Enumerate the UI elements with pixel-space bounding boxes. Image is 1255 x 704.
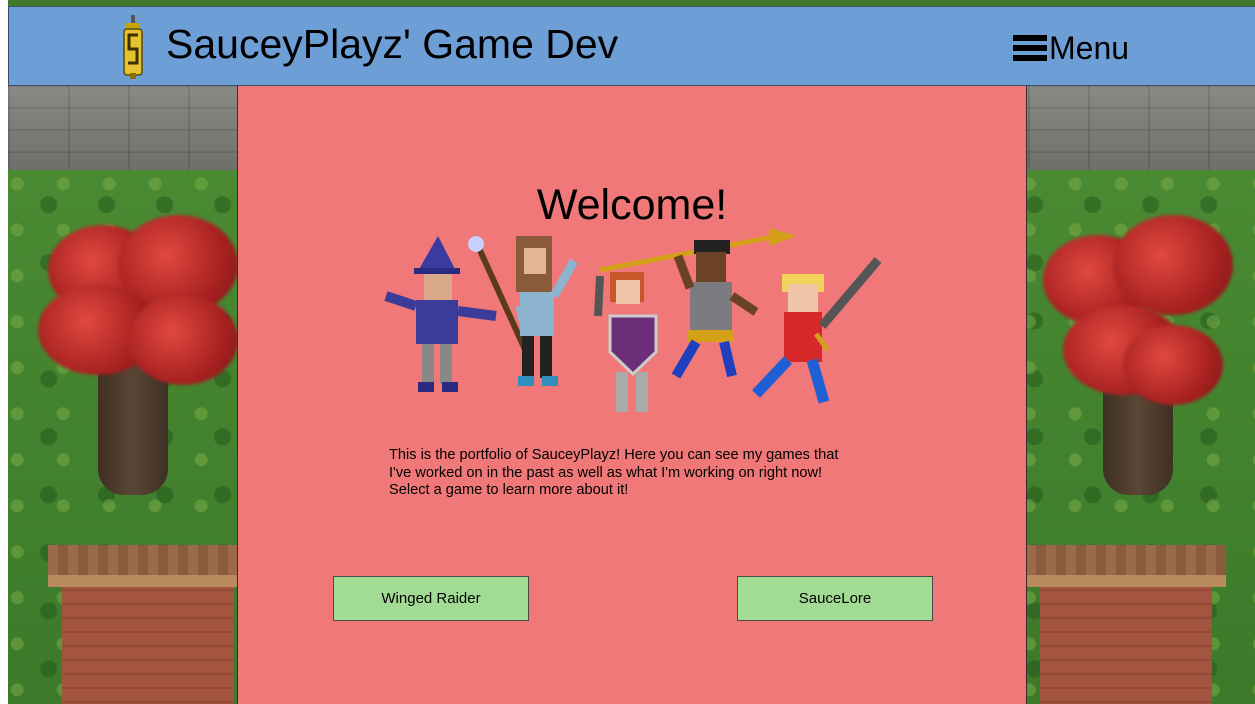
- wizard-character: [384, 236, 531, 392]
- site-header: SauceyPlayz' Game Dev Menu: [8, 6, 1255, 86]
- left-tree: [28, 215, 238, 495]
- hero-characters-image: [384, 228, 882, 412]
- shield-character: [594, 272, 658, 412]
- right-house: [1026, 545, 1226, 704]
- saucelore-button[interactable]: SauceLore: [737, 576, 933, 621]
- page-title: Welcome!: [536, 181, 728, 229]
- rogue-character: [515, 236, 578, 386]
- left-house: [48, 545, 248, 704]
- intro-text: This is the portfolio of SauceyPlayz! He…: [389, 447, 839, 498]
- sword-character: [751, 257, 882, 404]
- menu-button[interactable]: Menu: [1013, 26, 1129, 70]
- site-title[interactable]: SauceyPlayz' Game Dev: [166, 19, 618, 69]
- menu-label: Menu: [1049, 30, 1130, 66]
- sword-s-logo-icon[interactable]: [121, 15, 145, 79]
- main-panel: Welcome! This is the portfolio of Saucey…: [237, 86, 1027, 704]
- winged-raider-button[interactable]: Winged Raider: [333, 576, 529, 621]
- hamburger-icon: [1013, 35, 1047, 61]
- right-tree: [1033, 215, 1243, 495]
